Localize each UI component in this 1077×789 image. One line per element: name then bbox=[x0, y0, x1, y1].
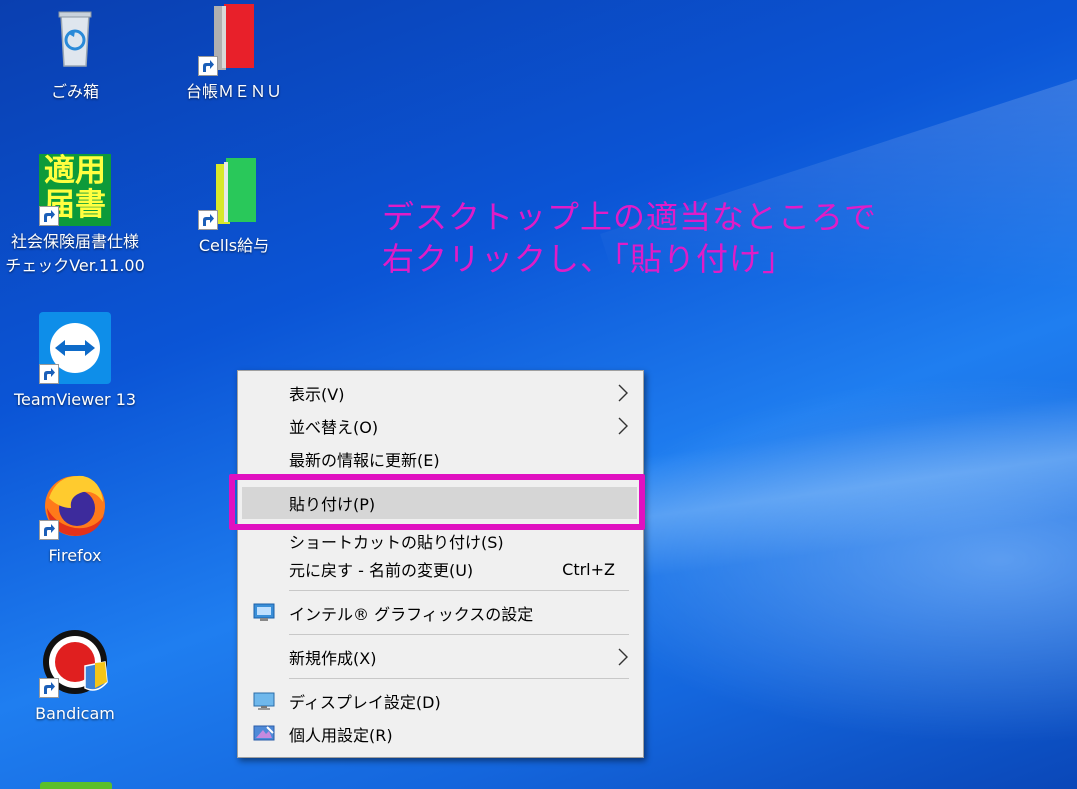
annotation-line-2: 右クリックし、「貼り付け」 bbox=[382, 240, 796, 278]
menu-item-view[interactable]: 表示(V) bbox=[238, 377, 643, 409]
shortcut-arrow-icon bbox=[198, 210, 218, 230]
firefox-icon bbox=[39, 468, 111, 540]
desktop-icon-label: ごみ箱 bbox=[50, 82, 99, 101]
menu-item-undo-rename[interactable]: 元に戻す - 名前の変更(U) Ctrl+Z bbox=[238, 553, 643, 585]
desktop-icon-daicho-menu[interactable]: 台帳ＭＥＮＵ bbox=[159, 4, 309, 104]
menu-item-label: 新規作成(X) bbox=[289, 649, 377, 668]
paste-highlight-box bbox=[229, 474, 645, 530]
menu-separator bbox=[289, 678, 629, 679]
recycle-bin-icon bbox=[39, 4, 111, 76]
shortcut-arrow-icon bbox=[39, 678, 59, 698]
shortcut-arrow-icon bbox=[39, 206, 59, 226]
green-book-icon bbox=[198, 158, 270, 230]
desktop-icon-label: Cells給与 bbox=[198, 236, 270, 255]
shortcut-arrow-icon bbox=[198, 56, 218, 76]
menu-item-personalize[interactable]: 個人用設定(R) bbox=[238, 718, 643, 750]
desktop-icon-label: チェックVer.11.00 bbox=[5, 256, 145, 275]
personalize-icon bbox=[253, 725, 275, 741]
desktop-icon-label: Firefox bbox=[48, 546, 102, 565]
red-book-icon bbox=[198, 4, 270, 76]
chevron-right-icon bbox=[618, 417, 628, 435]
desktop-icon-label: TeamViewer 13 bbox=[13, 390, 137, 409]
menu-item-label: 表示(V) bbox=[289, 385, 345, 404]
menu-item-new[interactable]: 新規作成(X) bbox=[238, 641, 643, 673]
chevron-right-icon bbox=[618, 384, 628, 402]
chevron-right-icon bbox=[618, 648, 628, 666]
intel-graphics-icon bbox=[253, 603, 275, 621]
annotation-line-1: デスクトップ上の適当なところで bbox=[382, 198, 878, 236]
desktop-icon-label: 社会保険届書仕様 bbox=[10, 232, 139, 251]
tekiyou-todokesho-icon: 適用届書 bbox=[39, 154, 111, 226]
desktop-icon-label: 台帳ＭＥＮＵ bbox=[185, 82, 282, 101]
desktop-icon-teamviewer[interactable]: TeamViewer 13 bbox=[0, 312, 150, 412]
desktop-context-menu: 表示(V) 並べ替え(O) 最新の情報に更新(E) 貼り付け(P) ショートカッ… bbox=[237, 370, 644, 758]
bandicam-icon bbox=[39, 626, 111, 698]
menu-item-display-settings[interactable]: ディスプレイ設定(D) bbox=[238, 685, 643, 717]
menu-item-label: ディスプレイ設定(D) bbox=[289, 693, 441, 712]
desktop-icon-shakai-hoken[interactable]: 適用届書 社会保険届書仕様 チェックVer.11.00 bbox=[0, 154, 150, 278]
desktop-icon-cells-kyuyo[interactable]: Cells給与 bbox=[159, 158, 309, 258]
menu-item-shortcut: Ctrl+Z bbox=[562, 559, 615, 579]
menu-item-label: ショートカットの貼り付け(S) bbox=[289, 533, 504, 552]
teamviewer-icon bbox=[39, 312, 111, 384]
menu-item-label: 最新の情報に更新(E) bbox=[289, 451, 440, 470]
menu-item-label: インテル® グラフィックスの設定 bbox=[289, 605, 534, 624]
menu-separator bbox=[289, 634, 629, 635]
menu-item-sort[interactable]: 並べ替え(O) bbox=[238, 410, 643, 442]
instruction-annotation: デスクトップ上の適当なところで 右クリックし、「貼り付け」 bbox=[382, 196, 877, 280]
shortcut-arrow-icon bbox=[39, 364, 59, 384]
menu-item-label: 元に戻す - 名前の変更(U) bbox=[289, 561, 474, 580]
shortcut-arrow-icon bbox=[39, 520, 59, 540]
menu-item-label: 個人用設定(R) bbox=[289, 726, 393, 745]
desktop-icon-firefox[interactable]: Firefox bbox=[0, 468, 150, 568]
menu-item-intel-graphics[interactable]: インテル® グラフィックスの設定 bbox=[238, 597, 643, 629]
desktop-icon-recycle-bin[interactable]: ごみ箱 bbox=[0, 4, 150, 104]
menu-item-label: 並べ替え(O) bbox=[289, 418, 379, 437]
menu-item-refresh[interactable]: 最新の情報に更新(E) bbox=[238, 443, 643, 475]
display-settings-icon bbox=[253, 692, 275, 710]
desktop-icon-bandicam[interactable]: Bandicam bbox=[0, 626, 150, 726]
partial-desktop-icon[interactable] bbox=[40, 782, 112, 789]
desktop-icon-label: Bandicam bbox=[35, 704, 115, 723]
menu-separator bbox=[289, 590, 629, 591]
